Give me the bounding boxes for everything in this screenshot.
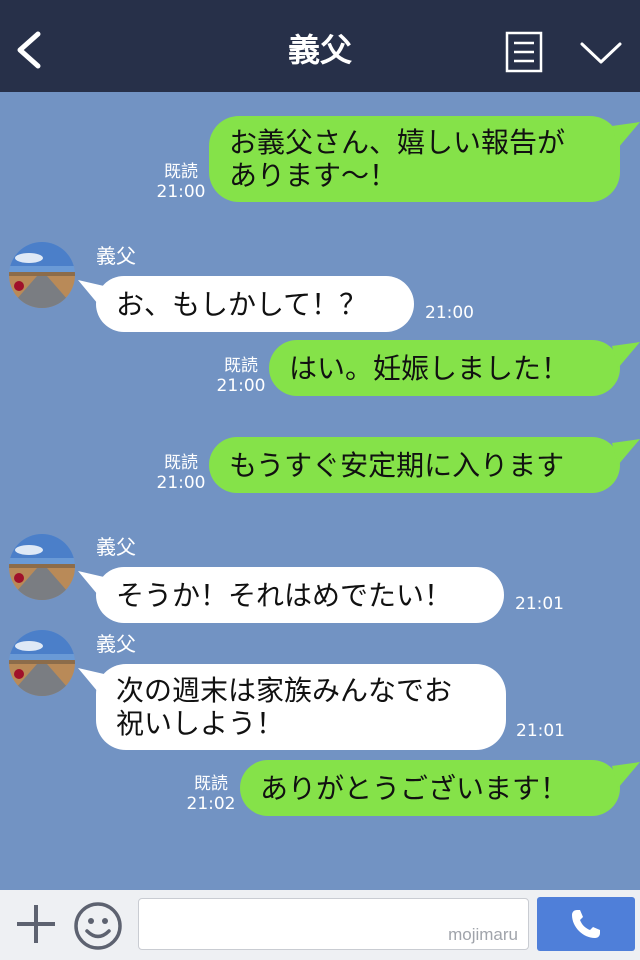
read-receipt: 既読: [164, 453, 198, 473]
read-receipt: 既読: [224, 356, 258, 376]
message-time: 21:02: [186, 794, 236, 814]
list-menu-icon: [505, 31, 543, 73]
message-meta: 既読 21:00: [156, 453, 206, 493]
message-text-line: お義父さん、嬉しい報告が: [229, 126, 566, 159]
message-meta: 既読 21:00: [156, 162, 206, 202]
bubble-tail: [612, 122, 640, 148]
chat-title: 義父: [287, 31, 352, 69]
emoji-button[interactable]: [73, 901, 123, 951]
back-button[interactable]: [10, 28, 50, 72]
avatar-image: [9, 242, 75, 308]
smiley-icon: [74, 902, 122, 950]
watermark: mojimaru: [448, 925, 518, 944]
chevron-left-icon: [17, 31, 41, 69]
plus-button[interactable]: [14, 902, 58, 946]
bubble-tail: [78, 280, 104, 304]
message-bubble-outgoing[interactable]: お義父さん、嬉しい報告が あります〜！: [209, 116, 640, 202]
message-text-line: そうか！それはめでたい！: [116, 578, 453, 612]
avatar[interactable]: [9, 242, 75, 308]
avatar[interactable]: [9, 534, 75, 600]
avatar-image: [9, 534, 75, 600]
message-bubble-outgoing[interactable]: ありがとうございます！: [240, 760, 640, 816]
message-meta: 既読 21:02: [186, 774, 236, 814]
message-time: 21:00: [156, 473, 206, 493]
message-text-line: 次の週末は家族みんなでお: [116, 674, 453, 707]
chevron-down-icon: [580, 42, 622, 64]
bubble-tail: [78, 668, 104, 692]
message-bubble-incoming[interactable]: そうか！それはめでたい！: [78, 567, 504, 623]
expand-button[interactable]: [578, 36, 624, 68]
message-time: 21:01: [515, 594, 564, 614]
phone-icon: [572, 910, 600, 938]
sender-name: 義父: [96, 632, 136, 656]
message-text-line: もうすぐ安定期に入ります: [229, 448, 565, 482]
avatar[interactable]: [9, 630, 75, 696]
message-text-line: ありがとうございます！: [260, 771, 569, 805]
message-bubble-incoming[interactable]: お、もしかして！？: [78, 276, 414, 332]
message-bubble-outgoing[interactable]: はい。妊娠しました！: [269, 340, 640, 396]
message-text-line: あります〜！: [229, 159, 398, 192]
avatar-image: [9, 630, 75, 696]
plus-icon: [17, 905, 55, 943]
message-bubble-outgoing[interactable]: もうすぐ安定期に入ります: [209, 437, 640, 493]
bubble-tail: [612, 439, 640, 465]
sender-name: 義父: [96, 535, 136, 559]
chat-header: 義父: [0, 0, 640, 92]
message-time: 21:00: [216, 376, 266, 396]
message-text-line: はい。妊娠しました！: [289, 351, 570, 385]
message-bubble-incoming[interactable]: 次の週末は家族みんなでお 祝いしよう！: [78, 664, 506, 750]
sender-name: 義父: [96, 244, 136, 268]
message-text-line: お、もしかして！？: [116, 287, 368, 321]
read-receipt: 既読: [194, 774, 228, 794]
bubble-tail: [612, 342, 640, 368]
menu-button[interactable]: [505, 31, 543, 73]
message-time: 21:01: [516, 721, 565, 741]
message-input[interactable]: mojimaru: [138, 898, 529, 950]
bubble-tail: [612, 762, 640, 788]
message-text-line: 祝いしよう！: [116, 707, 285, 740]
message-meta: 既読 21:00: [216, 356, 266, 396]
bubble-tail: [78, 571, 104, 595]
message-time: 21:00: [425, 303, 474, 323]
read-receipt: 既読: [164, 162, 198, 182]
call-button[interactable]: [537, 897, 635, 951]
message-time: 21:00: [156, 182, 206, 202]
chat-area[interactable]: 既読 21:00 お義父さん、嬉しい報告が あります〜！ 義父 お、もしかして！…: [0, 92, 640, 890]
